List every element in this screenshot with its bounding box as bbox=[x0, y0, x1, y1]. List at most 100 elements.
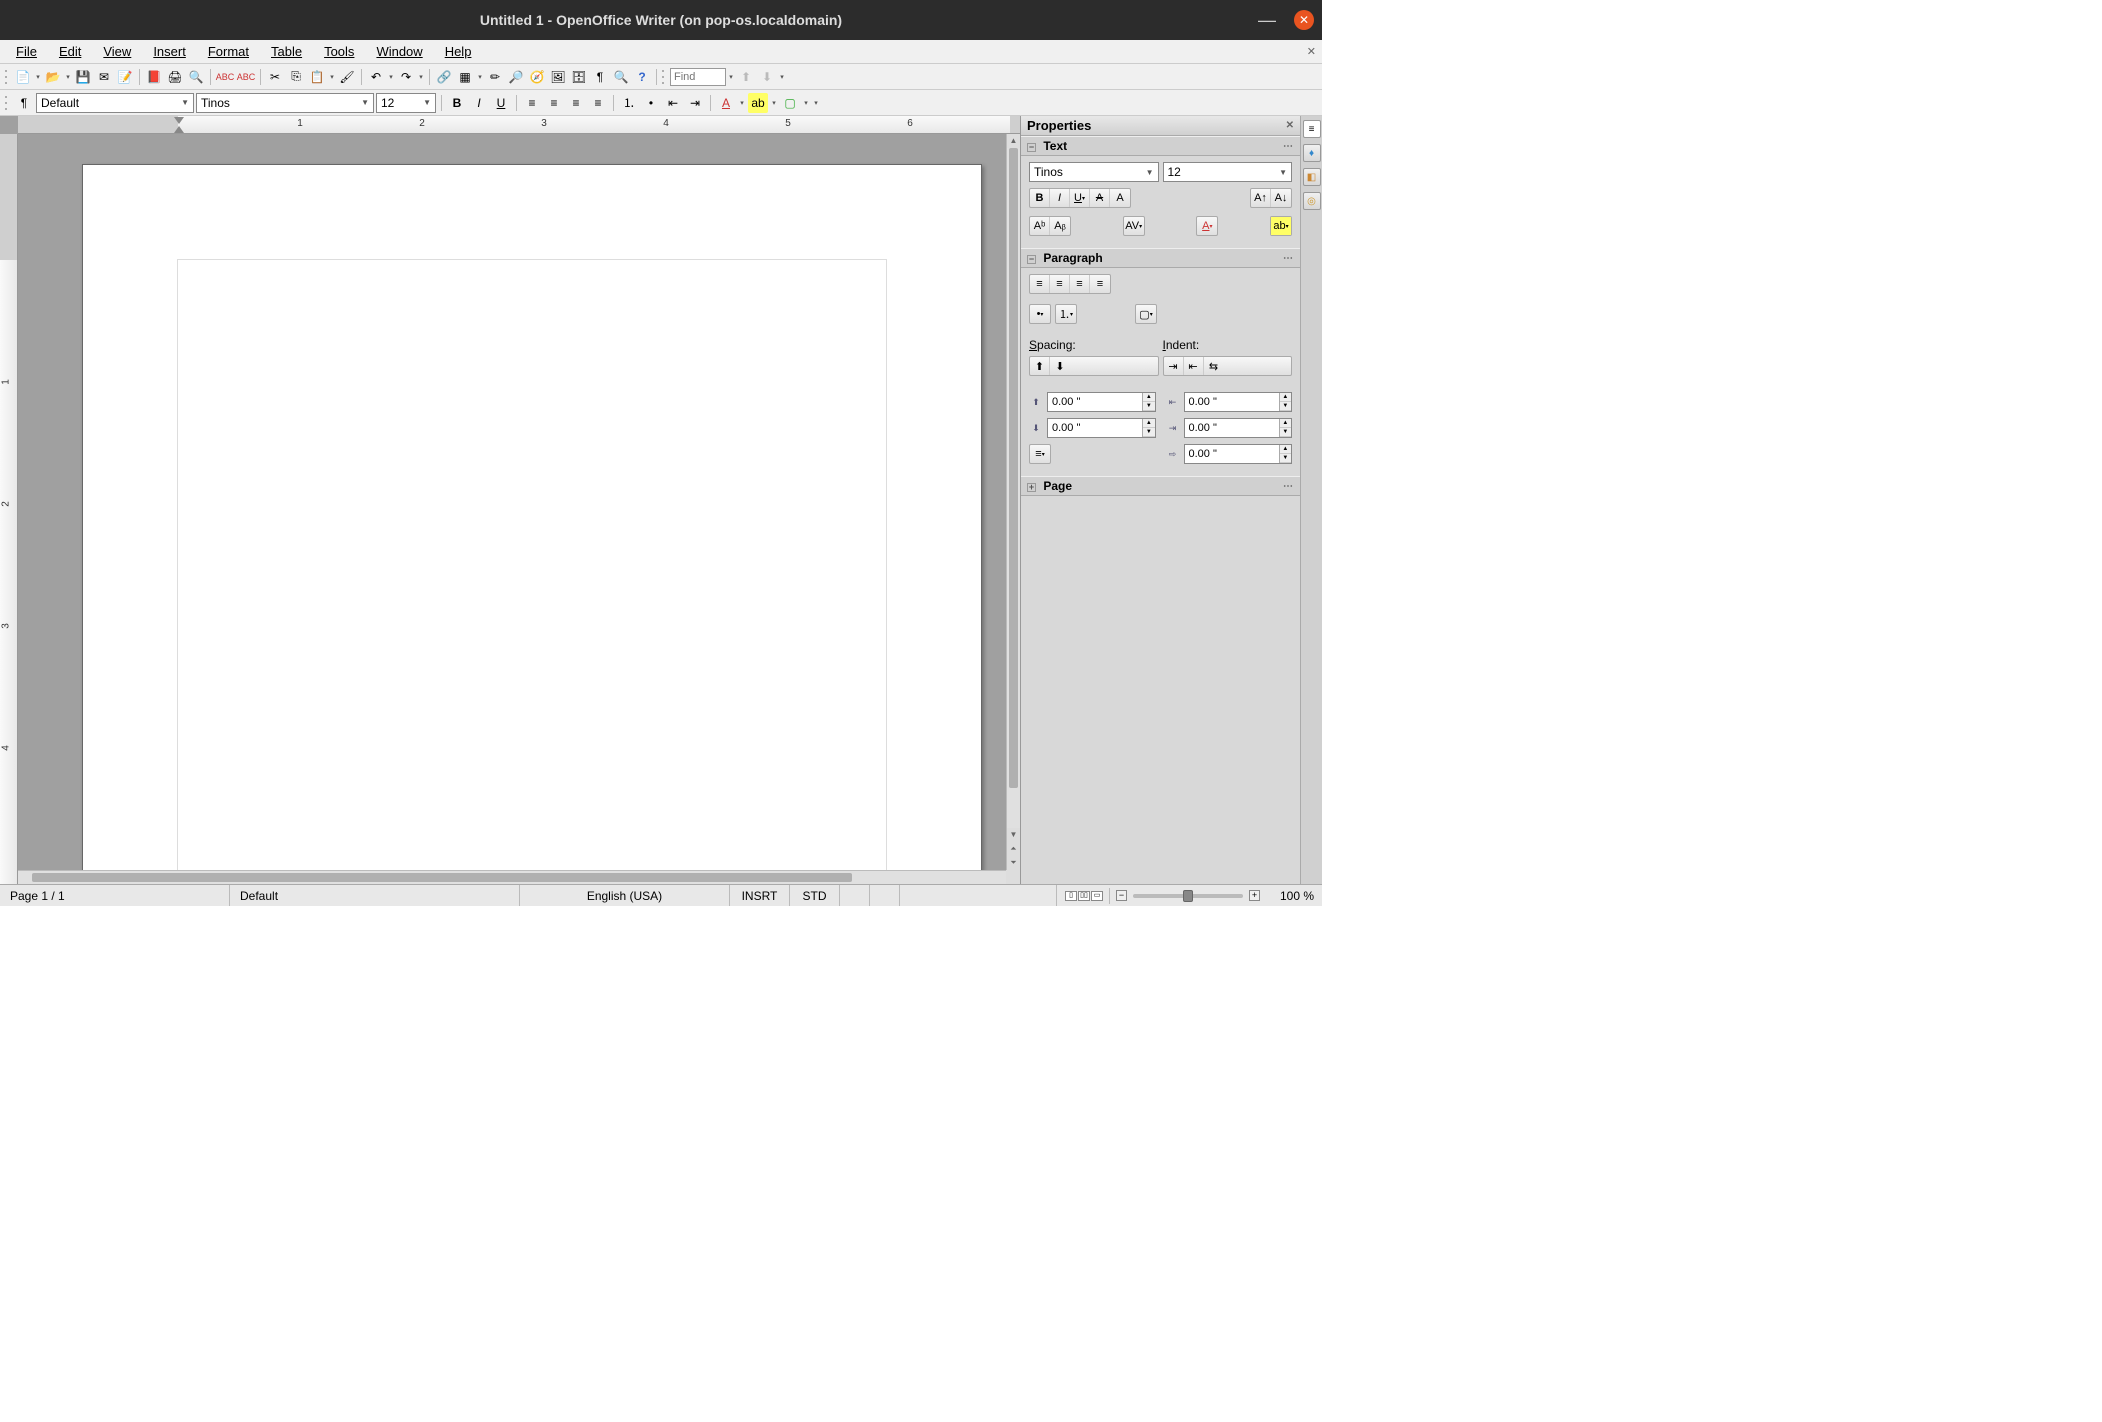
decrease-indent-icon[interactable]: ⇤ bbox=[1184, 357, 1204, 375]
sidebar-shadow-icon[interactable]: A bbox=[1110, 189, 1130, 207]
indent-left-input[interactable]: ▲▼ bbox=[1184, 392, 1293, 412]
sidebar-bold-icon[interactable]: B bbox=[1030, 189, 1050, 207]
sidebar-align-left-icon[interactable]: ≡ bbox=[1030, 275, 1050, 293]
align-right-icon[interactable]: ≡ bbox=[566, 93, 586, 113]
sidebar-close-icon[interactable]: ✕ bbox=[1286, 120, 1294, 131]
zoom-slider[interactable] bbox=[1133, 894, 1243, 898]
indent-right-input[interactable]: ▲▼ bbox=[1184, 418, 1293, 438]
find-input[interactable] bbox=[670, 68, 726, 86]
sidebar-subscript-icon[interactable]: Aᵦ bbox=[1050, 217, 1070, 235]
sidebar-strike-icon[interactable]: A bbox=[1090, 189, 1110, 207]
open-dropdown-icon[interactable]: ▾ bbox=[64, 73, 72, 81]
redo-icon[interactable]: ↷ bbox=[396, 67, 416, 87]
find-next-icon[interactable]: ⬇ bbox=[757, 67, 777, 87]
align-justify-icon[interactable]: ≡ bbox=[588, 93, 608, 113]
hyperlink-icon[interactable]: 🔗 bbox=[434, 67, 454, 87]
left-indent-marker[interactable] bbox=[174, 126, 184, 133]
menu-tools[interactable]: Tools bbox=[314, 42, 364, 61]
new-dropdown-icon[interactable]: ▾ bbox=[34, 73, 42, 81]
print-preview-icon[interactable]: 🔍 bbox=[186, 67, 206, 87]
menu-view[interactable]: View bbox=[93, 42, 141, 61]
new-document-icon[interactable]: 📄 bbox=[13, 67, 33, 87]
spellcheck-icon[interactable]: ABC bbox=[215, 67, 235, 87]
minimize-button[interactable]: — bbox=[1258, 15, 1276, 25]
status-signature[interactable] bbox=[870, 885, 900, 906]
zoom-out-icon[interactable]: − bbox=[1116, 890, 1127, 901]
font-color-dropdown-icon[interactable]: ▾ bbox=[738, 99, 746, 107]
menu-file[interactable]: File bbox=[6, 42, 47, 61]
zoom-icon[interactable]: 🔍 bbox=[611, 67, 631, 87]
edit-file-icon[interactable]: 📝 bbox=[115, 67, 135, 87]
horizontal-ruler[interactable]: 1 2 3 4 5 6 bbox=[18, 116, 1020, 134]
collapse-icon[interactable]: − bbox=[1027, 255, 1036, 264]
sidebar-align-justify-icon[interactable]: ≡ bbox=[1090, 275, 1110, 293]
highlight-dropdown-icon[interactable]: ▾ bbox=[770, 99, 778, 107]
redo-dropdown-icon[interactable]: ▾ bbox=[417, 73, 425, 81]
tab-styles-icon[interactable]: ♦ bbox=[1303, 144, 1321, 162]
format-paintbrush-icon[interactable]: 🖌 bbox=[337, 67, 357, 87]
help-icon[interactable]: ? bbox=[632, 67, 652, 87]
menu-table[interactable]: Table bbox=[261, 42, 312, 61]
data-sources-icon[interactable]: 🗄 bbox=[569, 67, 589, 87]
bullets-icon[interactable]: • bbox=[641, 93, 661, 113]
view-single-page-icon[interactable]: ▯ bbox=[1065, 891, 1077, 901]
sidebar-font-color-icon[interactable]: A▾ bbox=[1197, 217, 1217, 235]
export-pdf-icon[interactable]: 📕 bbox=[144, 67, 164, 87]
align-center-icon[interactable]: ≡ bbox=[544, 93, 564, 113]
zoom-in-icon[interactable]: + bbox=[1249, 890, 1260, 901]
status-language[interactable]: English (USA) bbox=[520, 885, 730, 906]
vertical-ruler[interactable]: 1 2 3 4 bbox=[0, 134, 18, 884]
find-replace-icon[interactable]: 🔎 bbox=[506, 67, 526, 87]
status-selection-mode[interactable]: STD bbox=[790, 885, 840, 906]
navigator-icon[interactable]: 🧭 bbox=[527, 67, 547, 87]
close-document-icon[interactable]: ✕ bbox=[1307, 45, 1316, 58]
collapse-icon[interactable]: − bbox=[1027, 143, 1036, 152]
spacing-below-input[interactable]: ▲▼ bbox=[1047, 418, 1156, 438]
decrease-indent-icon[interactable]: ⇤ bbox=[663, 93, 683, 113]
show-draw-icon[interactable]: ✏ bbox=[485, 67, 505, 87]
format-toolbar-handle[interactable] bbox=[4, 94, 10, 112]
format-overflow-icon[interactable]: ▾ bbox=[812, 99, 820, 107]
nonprinting-chars-icon[interactable]: ¶ bbox=[590, 67, 610, 87]
sidebar-grow-font-icon[interactable]: A↑ bbox=[1251, 189, 1271, 207]
zoom-value[interactable]: 100 % bbox=[1266, 889, 1314, 903]
menu-insert[interactable]: Insert bbox=[143, 42, 196, 61]
vscroll-thumb[interactable] bbox=[1009, 148, 1018, 788]
email-icon[interactable]: ✉ bbox=[94, 67, 114, 87]
print-icon[interactable]: 🖨 bbox=[165, 67, 185, 87]
status-insert-mode[interactable]: INSRT bbox=[730, 885, 790, 906]
undo-icon[interactable]: ↶ bbox=[366, 67, 386, 87]
font-size-combo[interactable]: 12▼ bbox=[376, 93, 436, 113]
copy-icon[interactable]: ⎘ bbox=[286, 67, 306, 87]
menu-help[interactable]: Help bbox=[435, 42, 482, 61]
close-button[interactable]: ✕ bbox=[1294, 10, 1314, 30]
auto-spellcheck-icon[interactable]: ABC bbox=[236, 67, 256, 87]
tab-navigator-icon[interactable]: ◎ bbox=[1303, 192, 1321, 210]
sidebar-size-combo[interactable]: 12▼ bbox=[1163, 162, 1293, 182]
spacing-above-input[interactable]: ▲▼ bbox=[1047, 392, 1156, 412]
gallery-icon[interactable]: 🖼 bbox=[548, 67, 568, 87]
sidebar-shrink-font-icon[interactable]: A↓ bbox=[1271, 189, 1291, 207]
toolbar-overflow-icon[interactable]: ▾ bbox=[778, 73, 786, 81]
sidebar-spacing-icon[interactable]: AV▾ bbox=[1124, 217, 1144, 235]
panel-more-icon[interactable]: ⋯ bbox=[1283, 253, 1294, 264]
background-color-icon[interactable]: ▢ bbox=[780, 93, 800, 113]
align-left-icon[interactable]: ≡ bbox=[522, 93, 542, 113]
bold-icon[interactable]: B bbox=[447, 93, 467, 113]
save-icon[interactable]: 💾 bbox=[73, 67, 93, 87]
indent-first-input[interactable]: ▲▼ bbox=[1184, 444, 1293, 464]
sidebar-italic-icon[interactable]: I bbox=[1050, 189, 1070, 207]
menu-window[interactable]: Window bbox=[366, 42, 432, 61]
document-page[interactable] bbox=[82, 164, 982, 884]
underline-icon[interactable]: U bbox=[491, 93, 511, 113]
status-style[interactable]: Default bbox=[230, 885, 520, 906]
sidebar-underline-icon[interactable]: U▾ bbox=[1070, 189, 1090, 207]
tab-properties-icon[interactable]: ≡ bbox=[1303, 120, 1321, 138]
numbering-icon[interactable]: ⒈ bbox=[619, 93, 639, 113]
scroll-down-icon[interactable]: ▼ bbox=[1007, 828, 1020, 842]
sidebar-highlight-icon[interactable]: ab▾ bbox=[1271, 217, 1291, 235]
paragraph-style-combo[interactable]: Default▼ bbox=[36, 93, 194, 113]
menu-format[interactable]: Format bbox=[198, 42, 259, 61]
cut-icon[interactable]: ✂ bbox=[265, 67, 285, 87]
toolbar-handle[interactable] bbox=[4, 68, 10, 86]
